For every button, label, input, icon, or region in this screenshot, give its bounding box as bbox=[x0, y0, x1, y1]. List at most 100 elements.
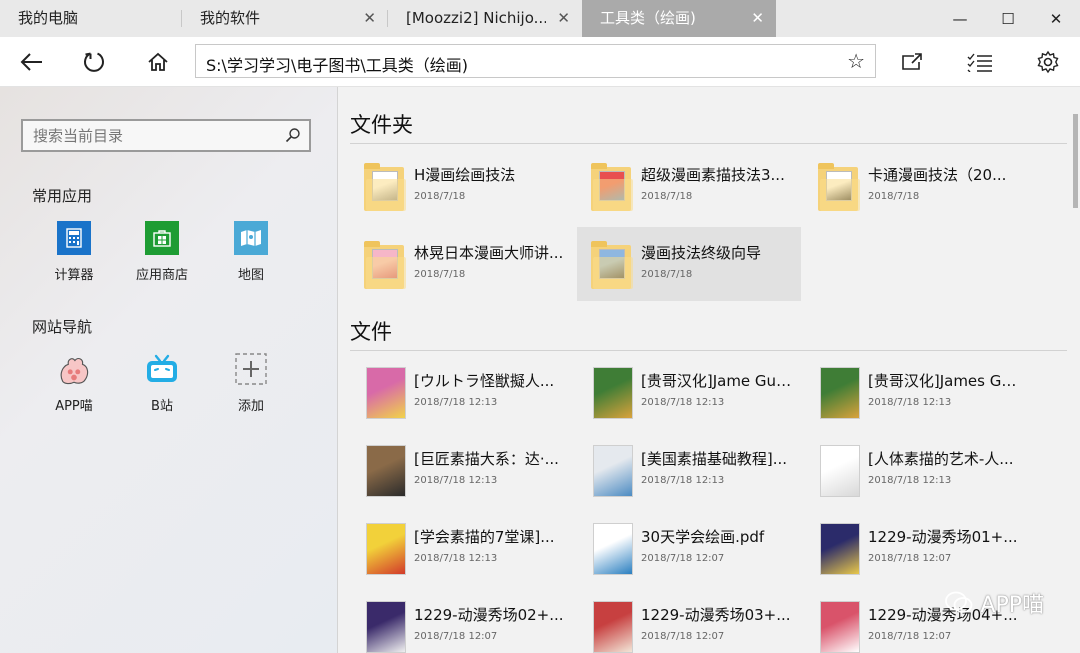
tab-my-software[interactable]: 我的软件 ✕ bbox=[182, 0, 388, 37]
app-label: B站 bbox=[151, 399, 173, 414]
folder-item[interactable]: 卡通漫画技法（20... 2018/7/18 bbox=[804, 149, 1028, 223]
settings-button[interactable] bbox=[1032, 47, 1064, 77]
favorite-star-icon[interactable]: ☆ bbox=[847, 51, 865, 71]
home-button[interactable] bbox=[142, 47, 174, 77]
folder-front bbox=[366, 257, 406, 289]
search-box bbox=[21, 119, 311, 152]
watermark: APP喵 bbox=[944, 587, 1044, 619]
tab-label: 工具类（绘画) bbox=[600, 9, 696, 27]
file-name: [贵哥汉化]James Gu... bbox=[868, 372, 1020, 390]
tab-moozzi[interactable]: [Moozzi2] Nichijo... ✕ bbox=[388, 0, 582, 37]
folder-icon bbox=[591, 239, 635, 291]
refresh-icon bbox=[84, 52, 104, 72]
file-item[interactable]: [贵哥汉化]Jame Gur... 2018/7/18 12:13 bbox=[577, 355, 801, 429]
tab-bar: 我的电脑 我的软件 ✕ [Moozzi2] Nichijo... ✕ 工具类（绘… bbox=[0, 0, 1080, 37]
folder-name: 卡通漫画技法（20... bbox=[868, 166, 1007, 184]
file-date: 2018/7/18 12:07 bbox=[868, 553, 952, 564]
folder-date: 2018/7/18 bbox=[641, 191, 693, 202]
minimize-button[interactable]: — bbox=[936, 0, 984, 37]
store-icon bbox=[145, 221, 179, 255]
refresh-button[interactable] bbox=[78, 47, 110, 77]
file-date: 2018/7/18 12:07 bbox=[414, 631, 498, 642]
file-thumbnail bbox=[366, 523, 406, 575]
tab-close-icon[interactable]: ✕ bbox=[557, 0, 570, 37]
file-manager-window: 我的电脑 我的软件 ✕ [Moozzi2] Nichijo... ✕ 工具类（绘… bbox=[0, 0, 1080, 653]
file-thumbnail bbox=[366, 601, 406, 653]
open-external-button[interactable] bbox=[896, 47, 928, 77]
file-item[interactable]: 1229-动漫秀场02+... 2018/7/18 12:07 bbox=[350, 589, 574, 653]
folder-tab bbox=[364, 241, 380, 247]
folder-icon bbox=[591, 161, 635, 213]
list-check-icon bbox=[967, 53, 992, 72]
app-label: 应用商店 bbox=[135, 268, 188, 283]
window-controls: — ☐ ✕ bbox=[936, 0, 1080, 37]
tab-close-icon[interactable]: ✕ bbox=[751, 0, 764, 37]
folder-item[interactable]: H漫画绘画技法 2018/7/18 bbox=[350, 149, 574, 223]
file-thumbnail bbox=[593, 367, 633, 419]
files-heading: 文件 bbox=[350, 320, 392, 344]
tab-close-icon[interactable]: ✕ bbox=[363, 0, 376, 37]
file-name: [学会素描的7堂课]... bbox=[414, 528, 555, 546]
close-button[interactable]: ✕ bbox=[1032, 0, 1080, 37]
folder-tab bbox=[591, 163, 607, 169]
file-item[interactable]: [贵哥汉化]James Gu... 2018/7/18 12:13 bbox=[804, 355, 1028, 429]
back-button[interactable] bbox=[16, 47, 48, 77]
file-name: 1229-动漫秀场03+... bbox=[641, 606, 791, 624]
wechat-icon bbox=[945, 591, 973, 613]
search-icon[interactable] bbox=[285, 127, 301, 143]
file-thumbnail bbox=[593, 601, 633, 653]
folders-heading: 文件夹 bbox=[350, 113, 413, 137]
file-date: 2018/7/18 12:13 bbox=[641, 397, 725, 408]
app-maps[interactable]: 地图 bbox=[211, 221, 291, 283]
sidebar: 常用应用 计算器 应用商店 地图 网站导航 APP喵 bbox=[0, 87, 338, 653]
file-item[interactable]: 1229-动漫秀场03+... 2018/7/18 12:07 bbox=[577, 589, 801, 653]
task-list-button[interactable] bbox=[964, 47, 996, 77]
file-date: 2018/7/18 12:13 bbox=[641, 475, 725, 486]
scrollbar[interactable] bbox=[1073, 114, 1078, 208]
folder-item[interactable]: 超级漫画素描技法3... 2018/7/18 bbox=[577, 149, 801, 223]
file-thumbnail bbox=[820, 601, 860, 653]
file-item[interactable]: [巨匠素描大系：达·... 2018/7/18 12:13 bbox=[350, 433, 574, 507]
file-date: 2018/7/18 12:13 bbox=[414, 397, 498, 408]
file-item[interactable]: [人体素描的艺术-人... 2018/7/18 12:13 bbox=[804, 433, 1028, 507]
app-store[interactable]: 应用商店 bbox=[122, 221, 202, 283]
file-thumbnail bbox=[820, 367, 860, 419]
site-add[interactable]: 添加 bbox=[211, 352, 291, 414]
cat-paw-icon bbox=[57, 352, 91, 386]
folder-item[interactable]: 林晃日本漫画大师讲... 2018/7/18 bbox=[350, 227, 574, 301]
file-thumbnail bbox=[820, 523, 860, 575]
app-calculator[interactable]: 计算器 bbox=[34, 221, 114, 283]
file-name: 30天学会绘画.pdf bbox=[641, 528, 765, 546]
folder-date: 2018/7/18 bbox=[414, 191, 466, 202]
file-name: [美国素描基础教程]... bbox=[641, 450, 788, 468]
file-name: [ウルトラ怪獣擬人... bbox=[414, 372, 555, 390]
section-title-sites: 网站导航 bbox=[32, 318, 93, 336]
file-name: [人体素描的艺术-人... bbox=[868, 450, 1014, 468]
divider bbox=[350, 350, 1067, 351]
calculator-icon bbox=[57, 221, 91, 255]
address-bar[interactable]: S:\学习学习\电子图书\工具类（绘画) ☆ bbox=[195, 44, 876, 78]
site-bilibili[interactable]: B站 bbox=[122, 352, 202, 414]
tab-my-computer[interactable]: 我的电脑 bbox=[0, 0, 182, 37]
toolbar: S:\学习学习\电子图书\工具类（绘画) ☆ bbox=[0, 37, 1080, 87]
file-item[interactable]: 30天学会绘画.pdf 2018/7/18 12:07 bbox=[577, 511, 801, 585]
map-icon bbox=[234, 221, 268, 255]
folder-item[interactable]: 漫画技法终级向导 2018/7/18 bbox=[577, 227, 801, 301]
file-item[interactable]: [学会素描的7堂课]... 2018/7/18 12:13 bbox=[350, 511, 574, 585]
maximize-button[interactable]: ☐ bbox=[984, 0, 1032, 37]
file-item[interactable]: [ウルトラ怪獣擬人... 2018/7/18 12:13 bbox=[350, 355, 574, 429]
file-date: 2018/7/18 12:07 bbox=[868, 631, 952, 642]
folder-icon bbox=[818, 161, 862, 213]
folder-front bbox=[820, 179, 860, 211]
site-appmiao[interactable]: APP喵 bbox=[34, 352, 114, 414]
tab-label: 我的软件 bbox=[200, 9, 261, 27]
file-item[interactable]: 1229-动漫秀场01+... 2018/7/18 12:07 bbox=[804, 511, 1028, 585]
app-label: 地图 bbox=[237, 268, 264, 283]
file-date: 2018/7/18 12:13 bbox=[868, 475, 952, 486]
add-icon bbox=[234, 352, 268, 386]
folder-name: 漫画技法终级向导 bbox=[641, 244, 762, 262]
tab-tools-drawing[interactable]: 工具类（绘画) ✕ bbox=[582, 0, 776, 37]
file-item[interactable]: [美国素描基础教程]... 2018/7/18 12:13 bbox=[577, 433, 801, 507]
gear-icon bbox=[1037, 50, 1059, 74]
search-input[interactable] bbox=[33, 125, 273, 147]
